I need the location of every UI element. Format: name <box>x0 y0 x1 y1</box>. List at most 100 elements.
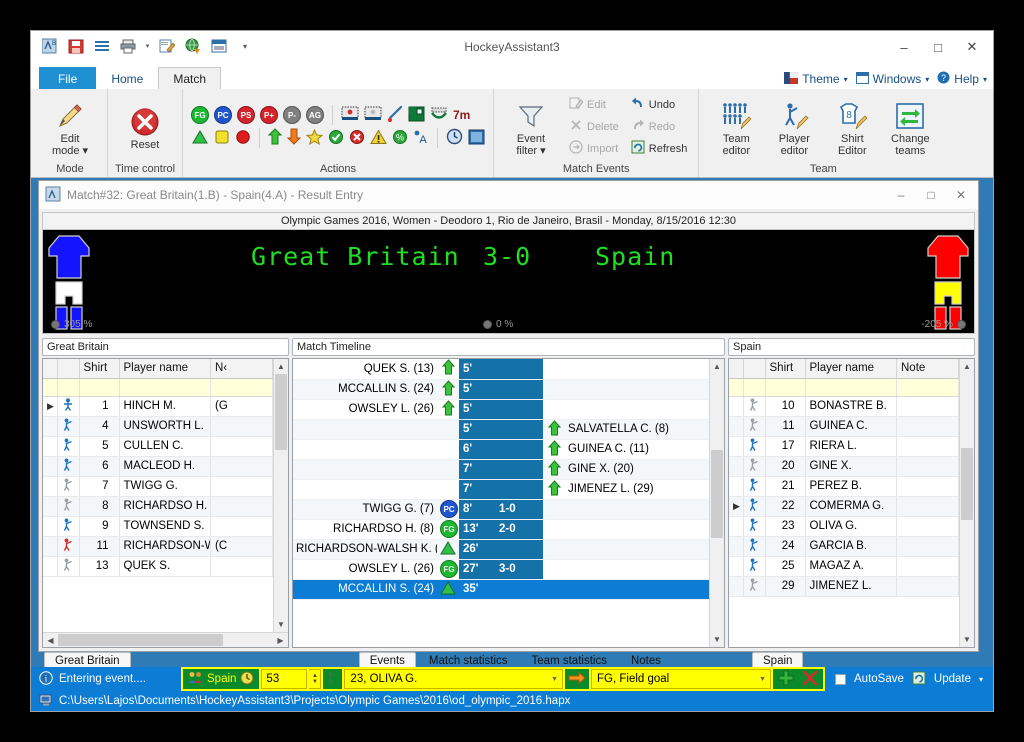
update-refresh-icon[interactable] <box>912 671 926 688</box>
assist-goal-action[interactable]: AG <box>306 106 324 124</box>
table-row[interactable]: 4 UNSWORTH L. <box>43 416 273 437</box>
seven-meter-label[interactable]: 7m <box>453 108 470 122</box>
away-col-note[interactable]: Note <box>896 359 959 379</box>
edit-event-button[interactable]: Edit <box>566 95 622 115</box>
table-row[interactable]: 7' GINE X. (20) <box>293 459 709 480</box>
penalty-corner-action[interactable]: PC <box>214 106 232 124</box>
stick-icon[interactable] <box>387 105 403 125</box>
table-row[interactable]: 6' GUINEA C. (11) <box>293 439 709 460</box>
close-button[interactable]: ✕ <box>955 35 989 59</box>
table-row[interactable]: MCCALLIN S. (24) 35' <box>293 579 709 600</box>
home-col-shirt[interactable]: Shirt <box>79 359 120 379</box>
theme-caret-icon[interactable]: ▾ <box>844 75 848 84</box>
event-filter-button[interactable]: Event filter ▾ <box>502 96 560 157</box>
refresh-button[interactable]: Refresh <box>628 139 691 159</box>
table-row[interactable]: 25 MAGAZ A. <box>729 556 959 577</box>
change-teams-button[interactable]: Change teams <box>881 96 939 157</box>
table-row[interactable]: 5' SALVATELLA C. (8) <box>293 419 709 440</box>
table-row[interactable]: MCCALLIN S. (24) 5' <box>293 379 709 400</box>
corner-icon[interactable] <box>408 106 425 125</box>
timeline-vscroll-down[interactable]: ▼ <box>710 632 724 647</box>
table-row[interactable]: OWSLEY L. (26) FG 27' 3-0 <box>293 559 709 580</box>
result-entry-close[interactable]: ✕ <box>946 184 976 206</box>
table-row[interactable]: 6 MACLEOD H. <box>43 456 273 477</box>
away-vscroll-down[interactable]: ▼ <box>960 632 974 647</box>
sub-in-icon[interactable] <box>267 128 283 148</box>
home-col-note[interactable]: N‹ <box>210 359 273 379</box>
away-grid-vscrollbar[interactable]: ▲ ▼ <box>959 359 974 647</box>
table-row[interactable]: 13 QUEK S. <box>43 556 273 577</box>
entry-minute-stepper[interactable]: ▲ ▼ <box>309 669 322 689</box>
home-team-caption[interactable]: Great Britain <box>42 338 289 356</box>
windows-caret-icon[interactable]: ▾ <box>925 75 929 84</box>
away-filter-row[interactable] <box>729 378 959 397</box>
home-vscroll-down[interactable]: ▼ <box>274 617 288 632</box>
table-row[interactable]: 9 TOWNSEND S. <box>43 516 273 537</box>
table-row[interactable]: 8 RICHARDSO H. <box>43 496 273 517</box>
table-row[interactable]: ▶ 1 HINCH M. (G <box>43 396 273 417</box>
result-entry-minimize[interactable]: – <box>886 184 916 206</box>
check-icon[interactable] <box>328 129 344 148</box>
goal-grey-icon[interactable] <box>364 106 382 125</box>
away-vscroll-thumb[interactable] <box>961 448 973 520</box>
home-vscroll-thumb[interactable] <box>275 374 287 450</box>
table-row[interactable]: 17 RIERA L. <box>729 436 959 457</box>
stepper-down-icon[interactable]: ▼ <box>312 679 318 685</box>
star-icon[interactable] <box>305 128 324 148</box>
table-row[interactable]: TWIGG G. (7) PC 8' 1-0 <box>293 499 709 520</box>
percent-icon[interactable]: % <box>392 129 408 148</box>
table-row[interactable]: OWSLEY L. (26) 5' <box>293 399 709 420</box>
home-filter-row[interactable] <box>43 378 273 397</box>
assist-icon[interactable]: A <box>413 129 429 148</box>
autosave-checkbox[interactable] <box>835 673 847 685</box>
table-row[interactable]: 20 GINE X. <box>729 456 959 477</box>
chevron-down-icon[interactable]: ▼ <box>551 676 558 683</box>
home-hscroll-thumb[interactable] <box>58 634 223 646</box>
timeline-vscroll-track[interactable] <box>710 374 724 632</box>
away-vscroll-up[interactable]: ▲ <box>960 359 974 374</box>
table-row[interactable]: 21 PEREZ B. <box>729 476 959 497</box>
entry-team-selector[interactable]: Spain <box>183 669 260 689</box>
shot-icon[interactable] <box>430 106 448 125</box>
green-triangle-icon[interactable] <box>191 129 209 148</box>
table-row[interactable]: 7' JIMENEZ L. (29) <box>293 479 709 500</box>
timeline-caption[interactable]: Match Timeline <box>292 338 725 356</box>
table-row[interactable]: RICHARDSON-WALSH K. (11) 26' <box>293 539 709 560</box>
result-entry-maximize[interactable]: □ <box>916 184 946 206</box>
warning-icon[interactable] <box>370 128 387 148</box>
cancel-icon[interactable] <box>349 129 365 148</box>
table-row[interactable]: 5 CULLEN C. <box>43 436 273 457</box>
reset-button[interactable]: Reset <box>116 102 174 151</box>
home-col-name[interactable]: Player name <box>119 359 211 379</box>
home-hscroll-right[interactable]: ▶ <box>273 633 288 647</box>
tab-file[interactable]: File <box>39 67 97 89</box>
windows-button[interactable]: Windows ▾ <box>855 71 929 87</box>
timeline-vscroll-up[interactable]: ▲ <box>710 359 724 374</box>
home-hscroll-track[interactable] <box>58 633 273 647</box>
tab-home[interactable]: Home <box>96 67 158 89</box>
shirt-editor-button[interactable]: 8 Shirt Editor <box>823 96 881 157</box>
timeline-vscroll-thumb[interactable] <box>711 450 723 538</box>
penalty-plus-action[interactable]: P+ <box>260 106 278 124</box>
maximize-button[interactable]: □ <box>921 35 955 59</box>
delete-event-button[interactable]: Delete <box>566 117 622 137</box>
cross-icon[interactable] <box>802 670 818 689</box>
tab-match[interactable]: Match <box>158 67 222 89</box>
table-row[interactable]: QUEK S. (13) 5' <box>293 359 709 380</box>
penalty-minus-action[interactable]: P- <box>283 106 301 124</box>
player-editor-button[interactable]: Player editor <box>765 96 823 157</box>
clock-icon[interactable] <box>446 128 463 148</box>
chevron-down-icon[interactable]: ▼ <box>759 676 766 683</box>
table-row[interactable]: 29 JIMENEZ L. <box>729 576 959 597</box>
table-row[interactable]: 11 GUINEA C. <box>729 416 959 437</box>
screen-icon[interactable] <box>468 129 485 148</box>
table-row[interactable]: 23 OLIVA G. <box>729 516 959 537</box>
home-vscroll-up[interactable]: ▲ <box>274 359 288 374</box>
undo-button[interactable]: Undo <box>628 95 691 115</box>
entry-player-combo[interactable]: 23, OLIVA G. ▼ <box>344 669 564 689</box>
home-vscroll-track[interactable] <box>274 374 288 617</box>
import-event-button[interactable]: Import <box>566 139 622 159</box>
away-team-caption[interactable]: Spain <box>728 338 975 356</box>
minimize-button[interactable]: – <box>887 35 921 59</box>
event-filter-sublabel[interactable]: filter ▾ <box>516 145 545 157</box>
